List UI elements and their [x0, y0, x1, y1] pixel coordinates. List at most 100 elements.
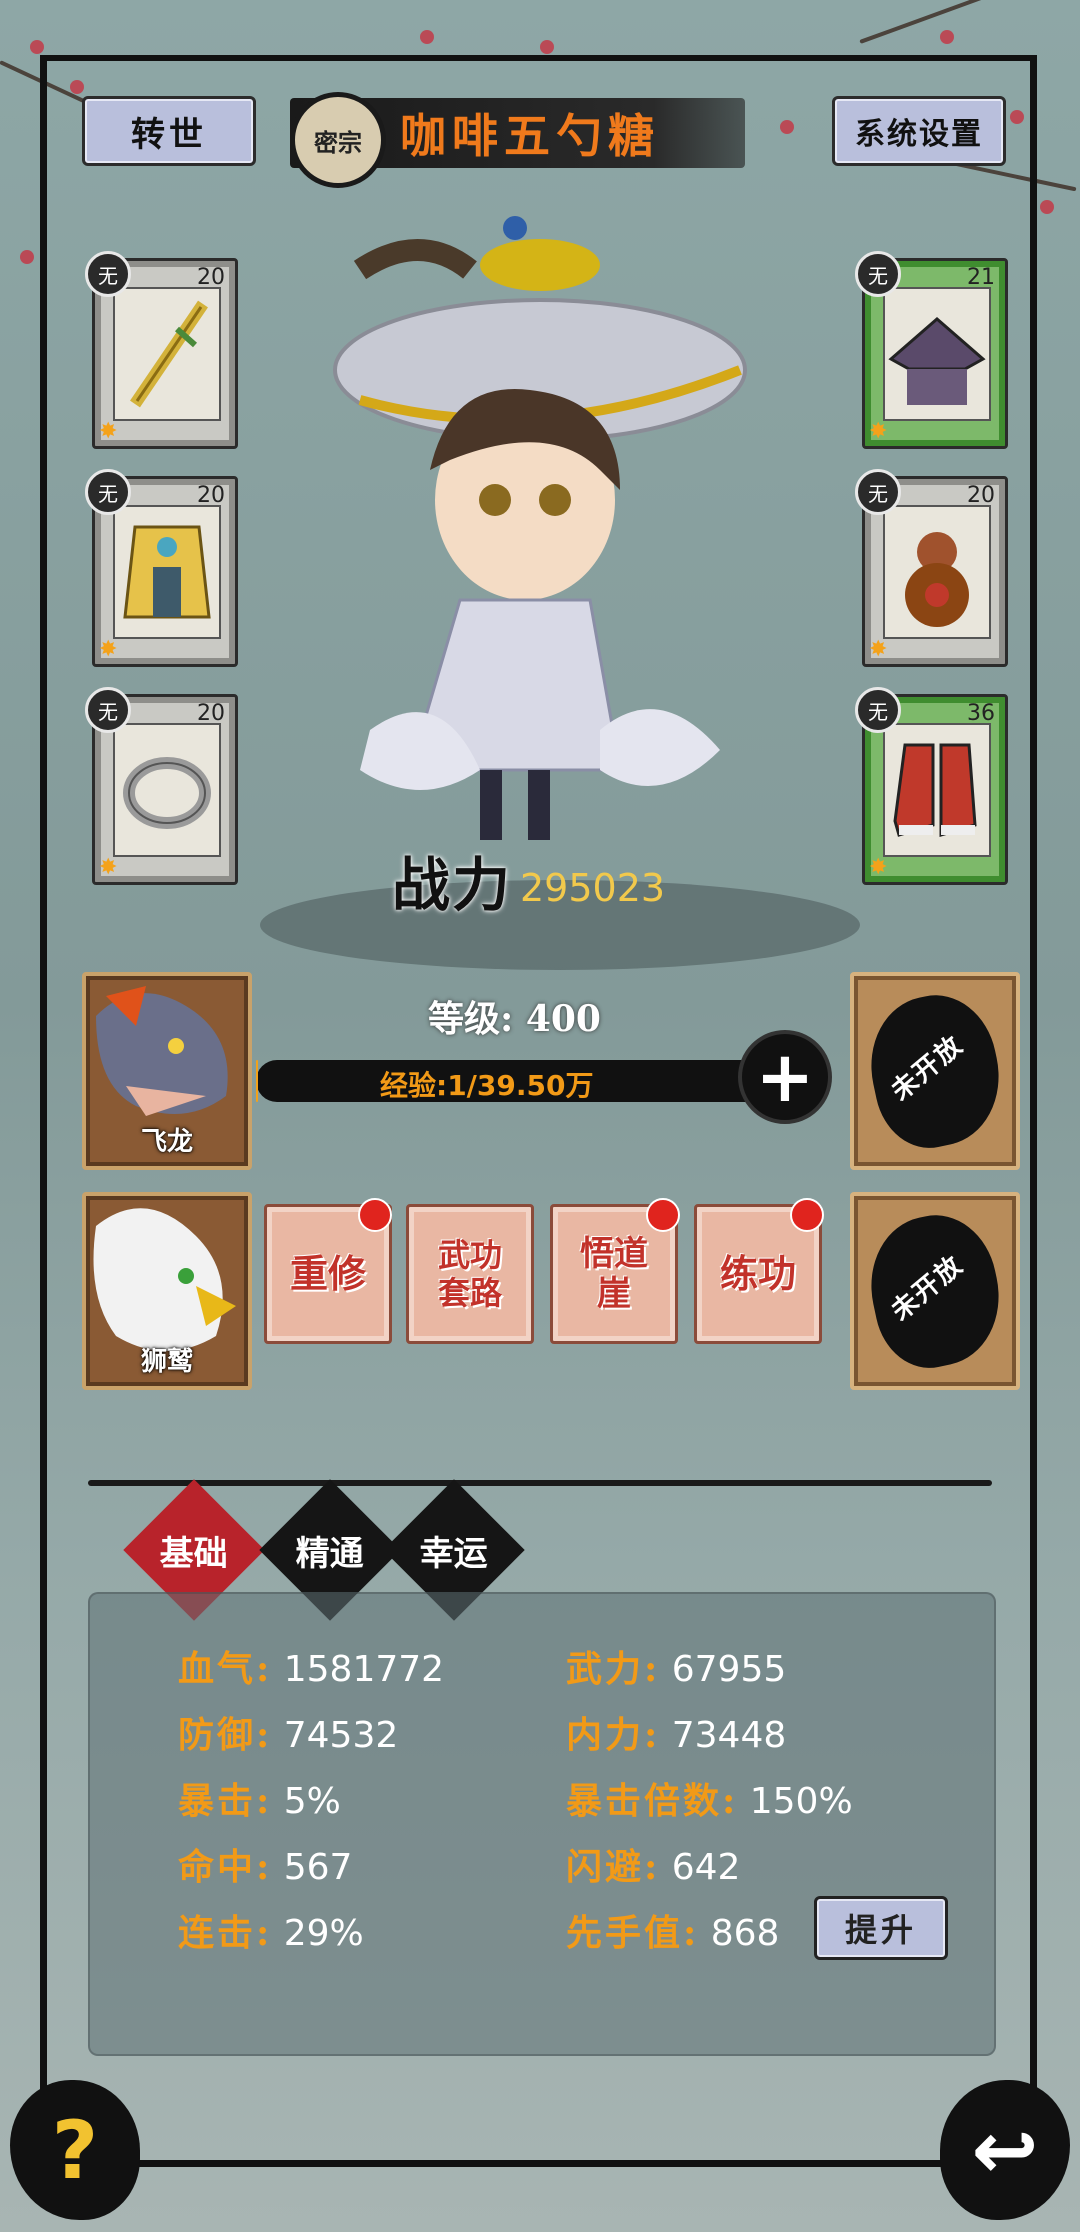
- equip-level: 20: [197, 265, 225, 290]
- blossom: [780, 120, 794, 134]
- stat-value: 642: [671, 1847, 741, 1888]
- armor-icon: [113, 505, 221, 639]
- equip-level: 20: [967, 483, 995, 508]
- boots-icon: [883, 723, 991, 857]
- player-name: 咖啡五勺糖: [400, 109, 660, 163]
- equip-level: 20: [197, 483, 225, 508]
- star-icon: ✸: [99, 855, 118, 880]
- stat-key: 血气:: [178, 1648, 273, 1690]
- help-icon: ?: [51, 2103, 99, 2197]
- blossom: [940, 30, 954, 44]
- equip-slot-gourd[interactable]: 无 20 ✸: [855, 469, 1008, 667]
- exp-text: 经验:1/39.50万: [380, 1069, 594, 1102]
- stat-value: 5%: [283, 1781, 341, 1822]
- notification-dot: [790, 1198, 824, 1232]
- add-exp-button[interactable]: +: [738, 1030, 832, 1124]
- stat-initiative: 先手值: 868: [566, 1904, 779, 1956]
- star-icon: ✸: [869, 855, 888, 880]
- gourd-icon: [883, 505, 991, 639]
- pet-slot-dragon[interactable]: 飞龙: [82, 972, 252, 1170]
- star-icon: ✸: [99, 637, 118, 662]
- stat-crit-multiplier: 暴击倍数: 150%: [566, 1772, 853, 1824]
- equip-slot-weapon[interactable]: 无 20 ✸: [85, 251, 238, 449]
- stat-key: 闪避:: [566, 1846, 661, 1888]
- notification-dot: [358, 1198, 392, 1232]
- blossom: [1040, 200, 1054, 214]
- stat-attack: 武力: 67955: [566, 1640, 786, 1692]
- power-label: 战力: [392, 851, 513, 919]
- tag-badge: 无: [855, 469, 901, 515]
- stat-value: 1581772: [283, 1649, 445, 1690]
- stat-defense: 防御: 74532: [178, 1706, 398, 1758]
- frame-top: [40, 55, 1037, 61]
- character-avatar[interactable]: [300, 210, 760, 870]
- stat-key: 暴击:: [178, 1780, 273, 1822]
- star-icon: ✸: [869, 419, 888, 444]
- pet-name: 狮鹫: [140, 1347, 193, 1377]
- locked-slot[interactable]: 未开放: [850, 972, 1020, 1170]
- stat-key: 连击:: [178, 1912, 273, 1954]
- frame-right: [1030, 55, 1037, 2165]
- equip-level: 21: [967, 265, 995, 290]
- notification-dot: [646, 1198, 680, 1232]
- blossom: [30, 40, 44, 54]
- back-button[interactable]: ↩: [940, 2080, 1070, 2220]
- stat-hp: 血气: 1581772: [178, 1640, 444, 1692]
- skill-label: 武功套路: [437, 1236, 502, 1312]
- skill-label: 重修: [289, 1251, 366, 1296]
- blossom: [20, 250, 34, 264]
- locked-slot[interactable]: 未开放: [850, 1192, 1020, 1390]
- hat-icon: [883, 287, 991, 421]
- tab-label: 精通: [296, 1533, 364, 1574]
- level-text: 等级: 400: [428, 998, 601, 1040]
- equip-level: 36: [967, 701, 995, 726]
- section-divider: [88, 1480, 992, 1486]
- rebirth-button[interactable]: 转世: [82, 96, 256, 166]
- stat-value: 567: [283, 1847, 353, 1888]
- stat-value: 73448: [671, 1715, 787, 1756]
- tag-badge: 无: [85, 251, 131, 297]
- stat-crit: 暴击: 5%: [178, 1772, 341, 1824]
- frame-left: [40, 55, 47, 2165]
- stat-key: 命中:: [178, 1846, 273, 1888]
- stat-value: 150%: [749, 1781, 853, 1822]
- blossom: [540, 40, 554, 54]
- equip-slot-hat[interactable]: 无 21 ✸: [855, 251, 1008, 449]
- pet-name: 飞龙: [140, 1127, 193, 1157]
- stat-value: 67955: [671, 1649, 787, 1690]
- ring-icon: [113, 723, 221, 857]
- exp-fill: [256, 1060, 258, 1102]
- stat-dodge: 闪避: 642: [566, 1838, 740, 1890]
- stat-key: 暴击倍数:: [566, 1780, 739, 1822]
- skill-label: 练功: [719, 1251, 796, 1296]
- frame-bottom: [40, 2160, 1037, 2167]
- equip-level: 20: [197, 701, 225, 726]
- settings-button[interactable]: 系统设置: [832, 96, 1006, 166]
- stat-accuracy: 命中: 567: [178, 1838, 352, 1890]
- tag-badge: 无: [855, 251, 901, 297]
- stat-combo: 连击: 29%: [178, 1904, 364, 1956]
- stat-key: 武力:: [566, 1648, 661, 1690]
- skill-button-martial-routine[interactable]: 武功套路: [406, 1204, 534, 1344]
- skill-label: 悟道崖: [580, 1234, 648, 1314]
- blossom: [420, 30, 434, 44]
- stat-key: 先手值:: [566, 1912, 700, 1954]
- blossom: [1010, 110, 1024, 124]
- tag-badge: 无: [855, 687, 901, 733]
- pet-slot-griffin[interactable]: 狮鹫: [82, 1192, 252, 1390]
- tab-label: 基础: [160, 1533, 228, 1574]
- back-arrow-icon: ↩: [971, 2103, 1039, 2197]
- equip-slot-armor[interactable]: 无 20 ✸: [85, 469, 238, 667]
- stat-value: 868: [710, 1913, 780, 1954]
- stat-key: 内力:: [566, 1714, 661, 1756]
- sect-badge: 密宗: [290, 92, 386, 188]
- upgrade-button[interactable]: 提升: [814, 1896, 948, 1960]
- blossom: [70, 80, 84, 94]
- help-button[interactable]: ?: [10, 2080, 140, 2220]
- tab-label: 幸运: [420, 1533, 488, 1574]
- equip-slot-boots[interactable]: 无 36 ✸: [855, 687, 1008, 885]
- stat-value: 29%: [283, 1913, 364, 1954]
- tag-badge: 无: [85, 687, 131, 733]
- equip-slot-ring[interactable]: 无 20 ✸: [85, 687, 238, 885]
- stat-inner-power: 内力: 73448: [566, 1706, 786, 1758]
